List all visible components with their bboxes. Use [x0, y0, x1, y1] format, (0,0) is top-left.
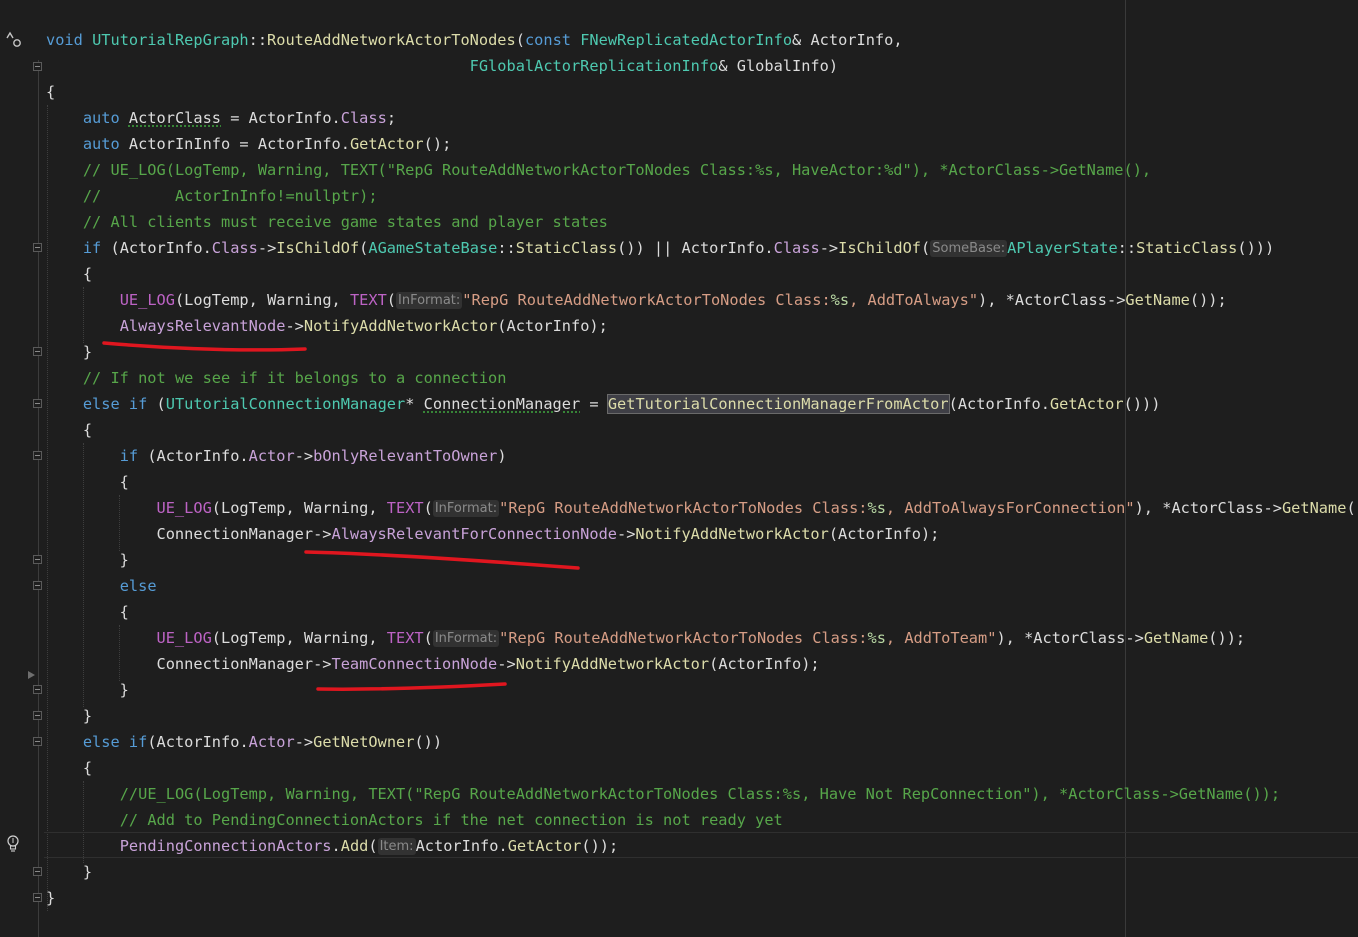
underline-team-connection-node [316, 682, 507, 691]
red-pen-annotations [102, 341, 580, 691]
underline-always-relevant-for-connection-node [304, 550, 580, 570]
underline-always-relevant-node [102, 341, 307, 352]
